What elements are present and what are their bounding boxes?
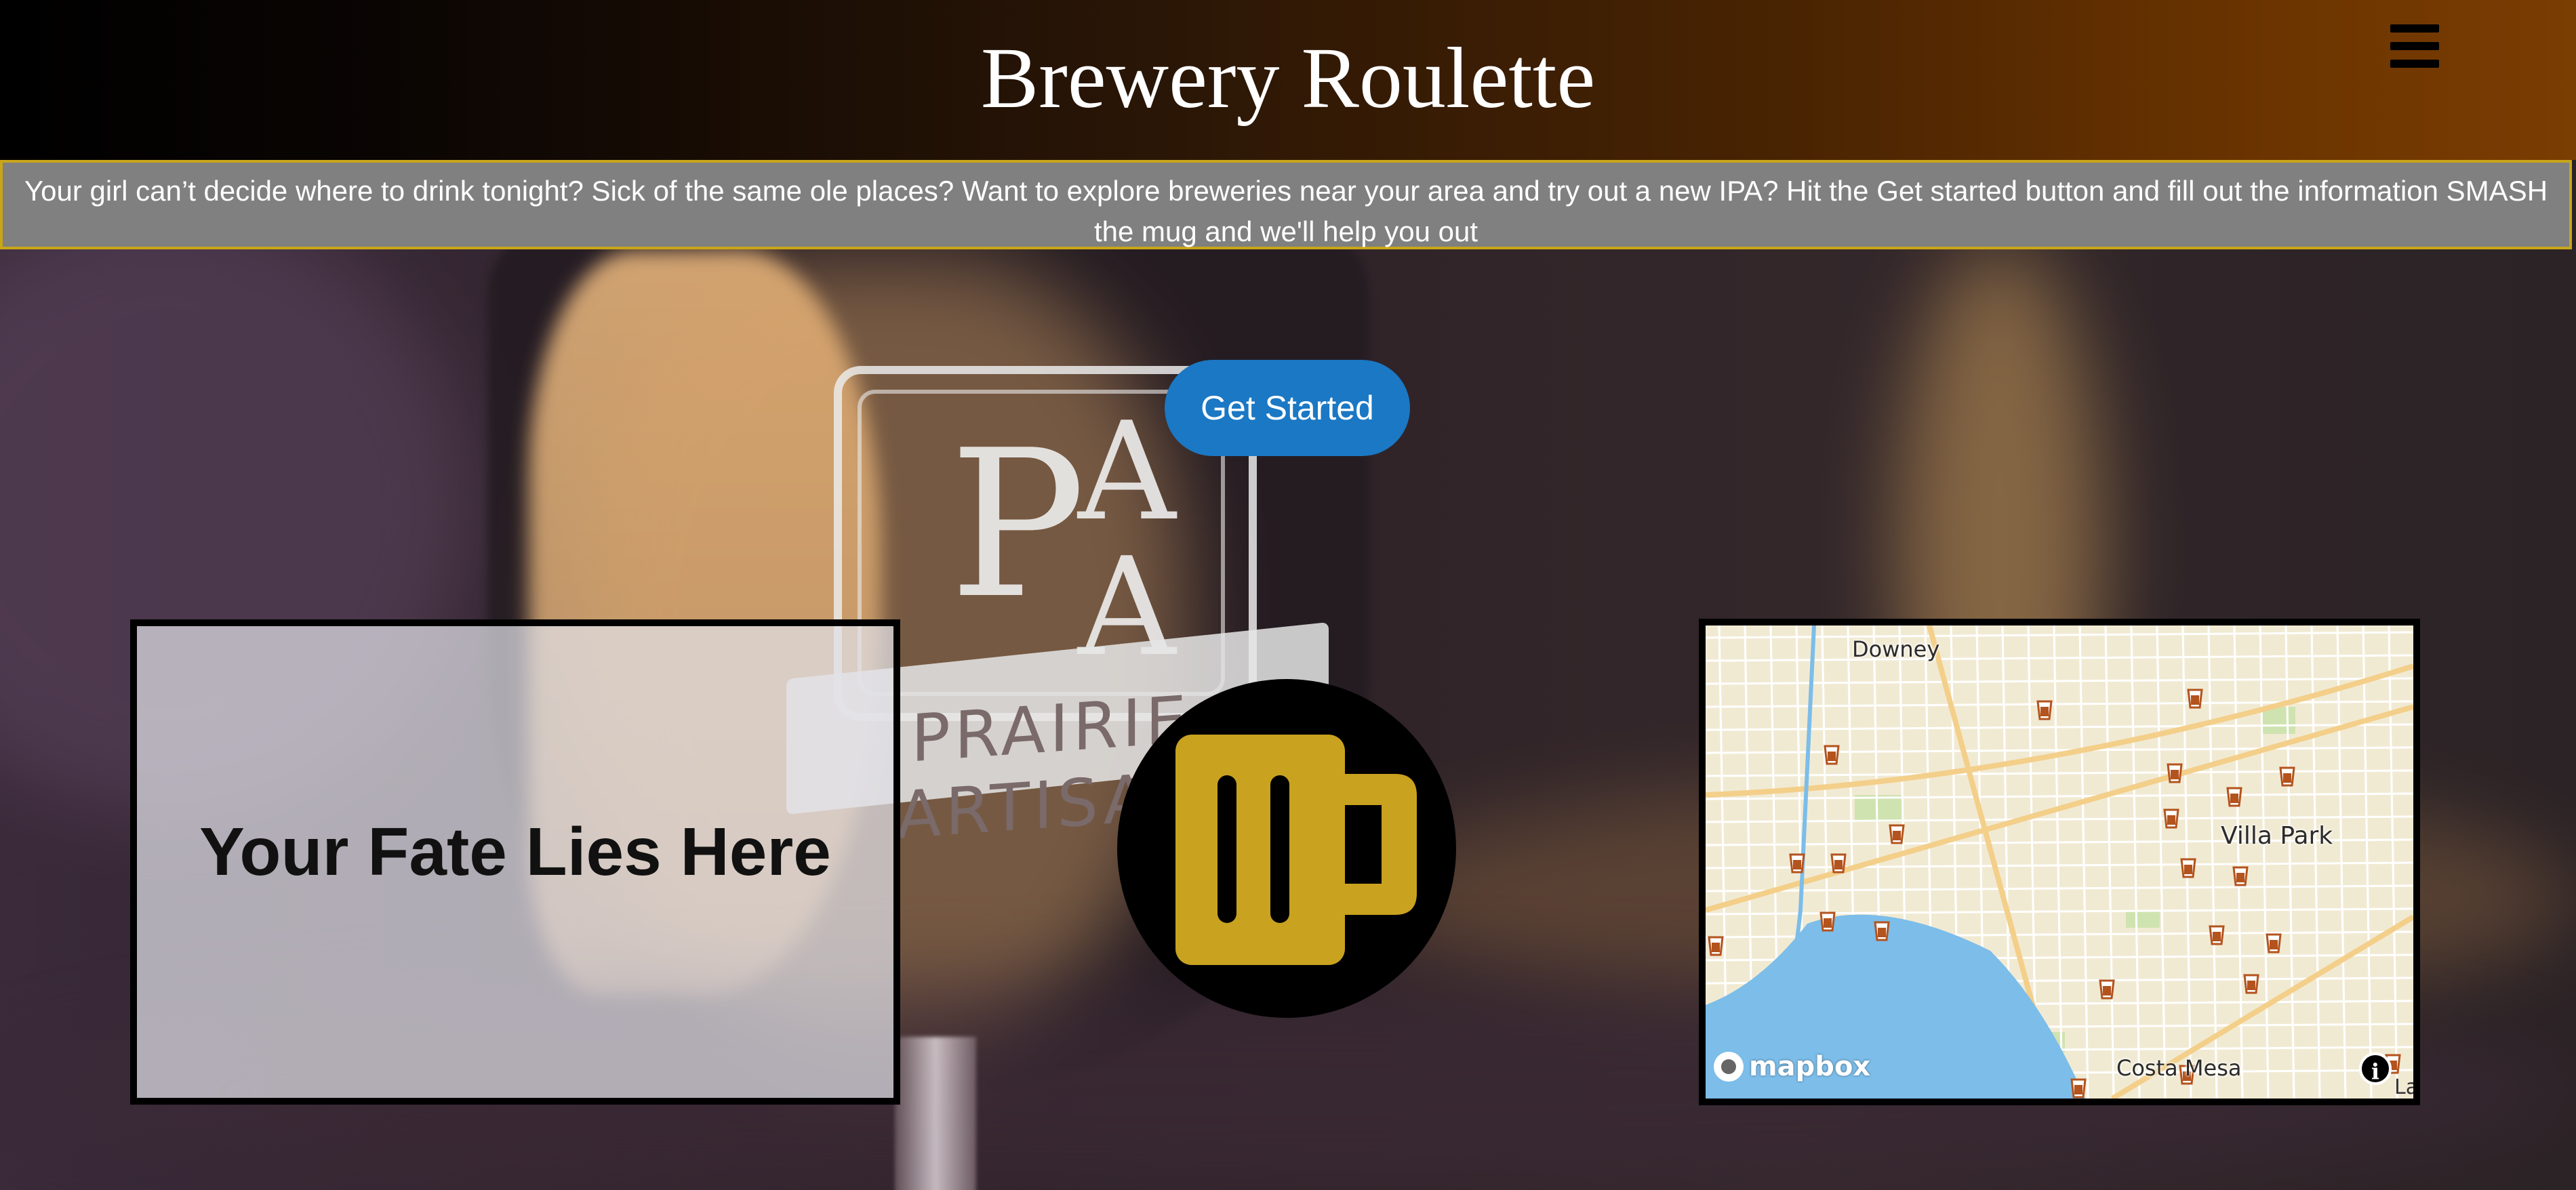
glass-stem [895,1037,976,1190]
brewery-marker-icon[interactable] [1708,936,1724,956]
fate-result-text: Your Fate Lies Here [199,814,831,890]
brewery-map[interactable]: Downey Villa Park Costa Mesa mapbox i La [1699,619,2420,1105]
intro-text: Your girl can’t decide where to drink to… [24,175,2548,247]
smash-mug-button[interactable] [1117,679,1456,1018]
brewery-marker-icon[interactable] [1824,745,1840,765]
brewery-marker-icon[interactable] [2070,1078,2087,1099]
glass-logo-letter: A [1078,393,1176,551]
fate-result-panel: Your Fate Lies Here [130,619,900,1105]
map-park [1855,795,1902,822]
brewery-marker-icon[interactable] [1889,824,1905,844]
intro-banner: Your girl can’t decide where to drink to… [0,160,2572,249]
brewery-marker-icon[interactable] [2209,925,2225,945]
brewery-marker-icon[interactable] [2266,933,2282,953]
brewery-marker-icon[interactable] [2226,787,2242,807]
brewery-marker-icon[interactable] [2167,763,2183,783]
brewery-marker-icon[interactable] [2163,808,2179,829]
mapbox-logo[interactable]: mapbox [1714,1051,1870,1082]
header-bar: Brewery Roulette [0,0,2576,160]
map-canvas[interactable] [1706,625,2413,1099]
map-label-edge: La [2394,1075,2419,1099]
brewery-marker-icon[interactable] [2279,766,2295,787]
brewery-marker-icon[interactable] [2180,858,2196,878]
brewery-marker-icon[interactable] [1789,853,1805,874]
brewery-marker-icon[interactable] [2036,700,2053,720]
brewery-marker-icon[interactable] [2099,979,2115,1000]
brewery-marker-icon[interactable] [2187,689,2203,709]
map-park [2126,910,2160,928]
map-label-villa-park: Villa Park [2221,822,2333,850]
brewery-marker-icon[interactable] [1874,921,1890,941]
brewery-marker-icon[interactable] [2232,866,2249,886]
map-label-costa-mesa: Costa Mesa [2116,1055,2242,1081]
brewery-marker-icon[interactable] [2243,974,2259,994]
map-label-downey: Downey [1852,636,1940,662]
map-info-button[interactable]: i [2359,1052,2392,1085]
hamburger-menu-icon[interactable] [2390,24,2439,68]
brewery-marker-icon[interactable] [1830,853,1847,874]
glass-logo-letter: P [949,407,1086,643]
get-started-button[interactable]: Get Started [1165,360,1410,456]
page-title: Brewery Roulette [980,30,1596,126]
brewery-marker-icon[interactable] [1819,911,1836,932]
mapbox-logo-text: mapbox [1749,1051,1871,1082]
mapbox-logo-icon [1714,1052,1744,1082]
beer-mug-icon [1175,735,1417,965]
